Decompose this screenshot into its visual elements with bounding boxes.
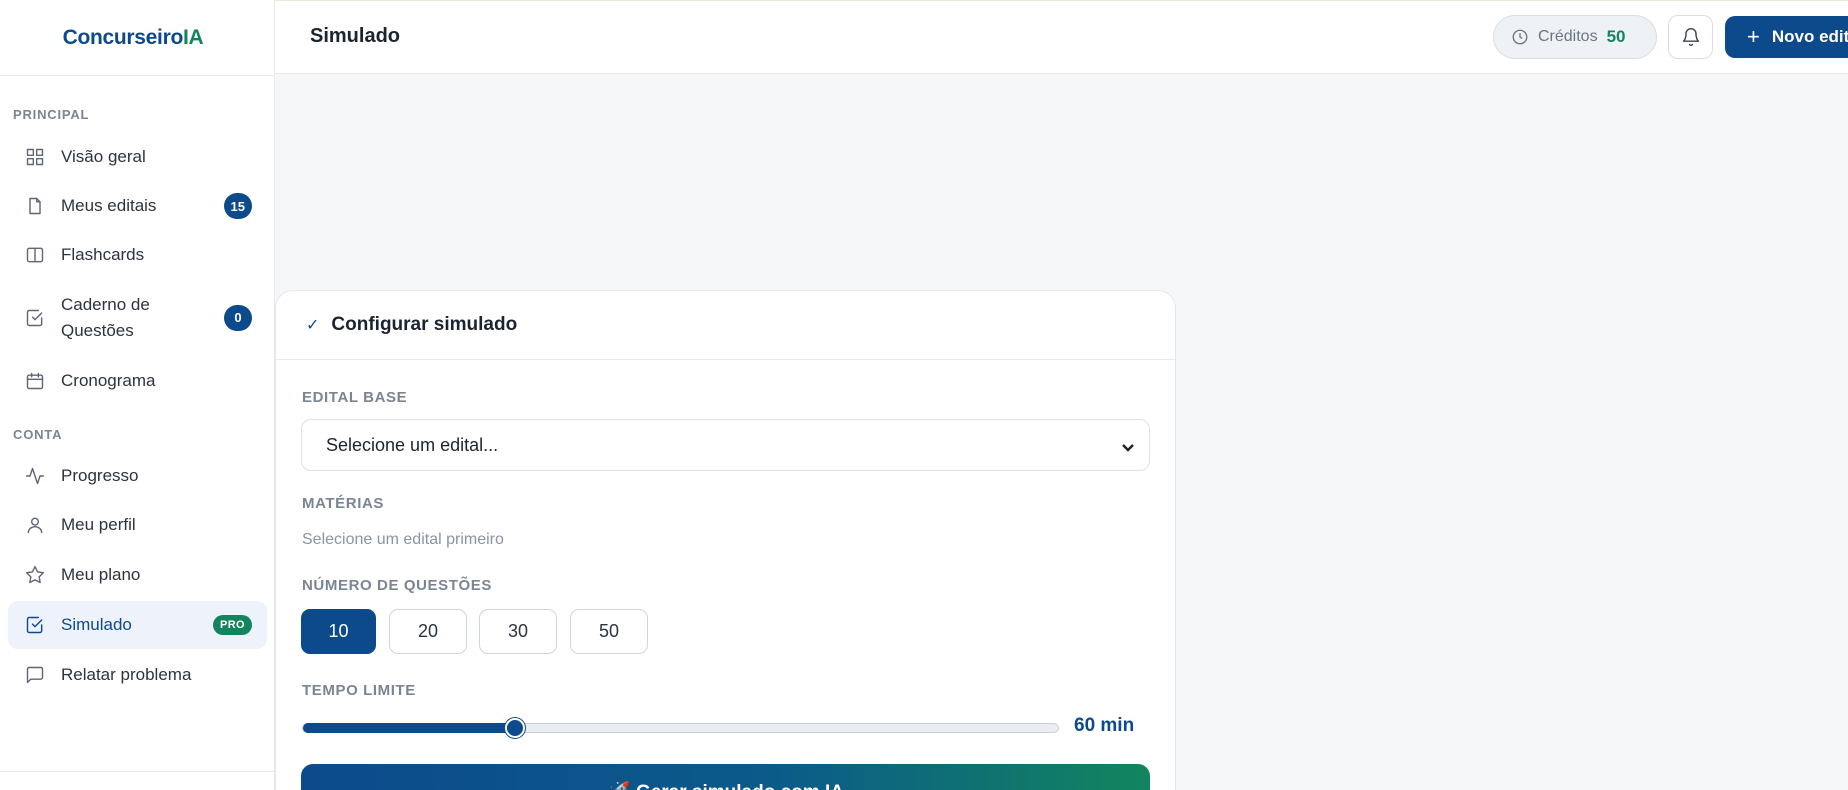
sidebar-item-relatar-problema[interactable]: Relatar problema <box>8 653 267 697</box>
sidebar-item-label: Progresso <box>61 466 139 485</box>
message-icon <box>24 664 46 686</box>
activity-icon <box>24 465 46 487</box>
simulado-config-card: ✓ Configurar simulado EDITAL BASE Seleci… <box>275 290 1176 790</box>
star-icon <box>24 564 46 586</box>
notifications-button[interactable] <box>1668 15 1713 59</box>
sidebar-item-label: Caderno de Questões <box>61 295 150 340</box>
sidebar-item-visao-geral[interactable]: Visão geral <box>8 135 267 179</box>
questoes-option-10[interactable]: 10 <box>301 609 376 654</box>
sidebar-item-label: Meus editais <box>61 196 157 215</box>
brand-logo[interactable]: Concurseiro IA <box>0 0 274 76</box>
clock-icon <box>1512 29 1528 45</box>
sidebar: Concurseiro IA PRINCIPAL Visão geral Meus… <box>0 0 275 790</box>
tempo-value: 60 min <box>1074 715 1135 736</box>
credits-label: Créditos <box>1538 28 1598 45</box>
calendar-icon <box>24 370 46 392</box>
top-bar: Simulado Créditos 50 + Novo edital <box>275 0 1848 74</box>
card-title: Configurar simulado <box>331 314 518 335</box>
sidebar-item-label: Relatar problema <box>61 665 192 684</box>
sidebar-item-label: Meu perfil <box>61 515 136 534</box>
user-icon <box>24 514 46 536</box>
credits-pill[interactable]: Créditos 50 <box>1493 15 1657 59</box>
sidebar-item-cronograma[interactable]: Cronograma <box>8 359 267 403</box>
section-label-principal: PRINCIPAL <box>13 107 90 122</box>
count-badge: 15 <box>223 193 252 219</box>
sidebar-item-meu-perfil[interactable]: Meu perfil <box>8 503 267 547</box>
tempo-limite-label: TEMPO LIMITE <box>302 682 416 699</box>
sidebar-item-flashcards[interactable]: Flashcards <box>8 233 267 277</box>
file-icon <box>24 195 46 217</box>
grid-icon <box>24 146 46 168</box>
book-icon <box>24 244 46 266</box>
page-title: Simulado <box>310 25 401 47</box>
checkbox-icon <box>24 307 46 329</box>
sidebar-item-caderno-questoes[interactable]: Caderno de Questões 0 <box>8 290 267 346</box>
credits-value: 50 <box>1606 27 1626 46</box>
materias-label: MATÉRIAS <box>302 495 385 512</box>
count-badge: 0 <box>224 305 252 331</box>
materias-hint: Selecione um edital primeiro <box>302 531 504 548</box>
sidebar-item-meu-plano[interactable]: Meu plano <box>8 553 267 597</box>
brand-name: Concurseiro <box>62 25 184 49</box>
sidebar-divider <box>0 771 274 772</box>
sidebar-item-simulado[interactable]: Simulado PRO <box>8 601 267 649</box>
pro-badge: PRO <box>212 615 252 635</box>
bell-icon <box>1682 28 1699 46</box>
sidebar-item-label: Visão geral <box>61 147 146 166</box>
new-edital-button[interactable]: + Novo edital <box>1725 16 1848 58</box>
plus-icon: + <box>1747 24 1760 49</box>
section-label-conta: CONTA <box>13 427 63 442</box>
slider-thumb[interactable] <box>505 718 525 738</box>
sidebar-item-label: Cronograma <box>61 371 156 390</box>
checkbox-icon <box>24 614 46 636</box>
questoes-option-20[interactable]: 20 <box>389 609 467 654</box>
numero-questoes-label: NÚMERO DE QUESTÕES <box>302 577 492 594</box>
questoes-option-50[interactable]: 50 <box>570 609 648 654</box>
sidebar-item-label: Meu plano <box>61 565 141 584</box>
new-edital-label: Novo edital <box>1771 27 1848 46</box>
edital-select[interactable]: Selecione um edital... <box>301 419 1150 471</box>
edital-base-label: EDITAL BASE <box>302 389 408 406</box>
generate-label: 🚀 Gerar simulado com IA <box>607 780 844 790</box>
sidebar-item-progresso[interactable]: Progresso <box>8 454 267 498</box>
sidebar-item-label: Flashcards <box>61 245 145 264</box>
questoes-option-30[interactable]: 30 <box>479 609 557 654</box>
chevron-down-icon <box>1121 438 1135 452</box>
sidebar-item-meus-editais[interactable]: Meus editais 15 <box>8 184 267 228</box>
slider-fill <box>303 723 515 733</box>
edital-select-value: Selecione um edital... <box>326 434 499 455</box>
sidebar-item-label: Simulado <box>61 615 132 634</box>
generate-simulado-button[interactable]: 🚀 Gerar simulado com IA <box>301 764 1150 790</box>
brand-suffix: IA <box>183 25 204 49</box>
card-header: ✓ Configurar simulado <box>276 291 1175 360</box>
check-icon: ✓ <box>306 317 320 334</box>
tempo-slider[interactable] <box>302 718 1059 738</box>
